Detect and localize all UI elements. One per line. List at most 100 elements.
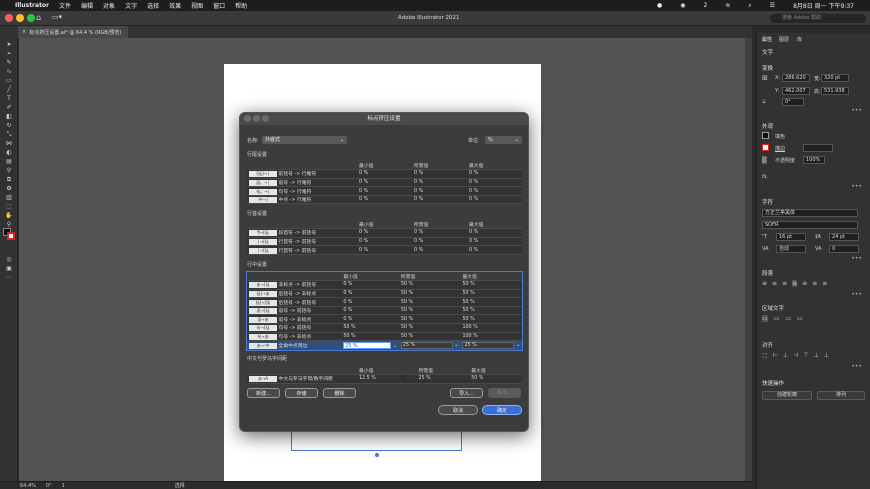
align-right-icon[interactable]: ≡: [782, 280, 787, 287]
table-row[interactable]: あ→[括 非标点 -> 前括号 0 % 50 % 50 %: [247, 280, 522, 290]
table-row[interactable]: │→[括 行首符 -> 前括号 0 % 0 % 0 %: [247, 237, 522, 247]
tab-properties[interactable]: 属性: [762, 36, 772, 43]
font-family-field[interactable]: 方正兰亭黑体: [762, 209, 858, 217]
character-more-icon[interactable]: •••: [851, 255, 862, 262]
help-search-input[interactable]: 搜索 Adobe 帮助: [770, 14, 866, 23]
chevron-down-icon[interactable]: ⌄: [393, 344, 397, 349]
rotate-tool-icon[interactable]: ↻: [4, 123, 14, 129]
justify-center-icon[interactable]: ≡: [802, 280, 807, 287]
document-tab[interactable]: × 标点挤压设置.ai* @ 64.4 % (RGB/预览): [18, 26, 128, 38]
align-more-icon[interactable]: •••: [851, 363, 862, 370]
table-row[interactable]: 括]→[括 后括号 -> 前括号 0 % 50 % 50 %: [247, 297, 522, 307]
shape-builder-icon[interactable]: ◐: [4, 150, 14, 156]
type-tool-icon[interactable]: T: [4, 96, 14, 102]
menu-app[interactable]: Illustrator: [15, 2, 49, 9]
menu-select[interactable]: 选择: [147, 1, 159, 10]
direct-selection-tool-icon[interactable]: ➢: [4, 51, 14, 57]
table-row[interactable]: 逗→[括 逗号 -> 前括号 0 % 50 % 50 %: [247, 306, 522, 316]
menu-effect[interactable]: 效果: [169, 1, 181, 10]
angle-field[interactable]: 0°: [782, 98, 804, 106]
paragraph-more-icon[interactable]: •••: [851, 291, 862, 298]
chevron-down-icon[interactable]: ⌄: [516, 343, 520, 348]
brush-tool-icon[interactable]: ✐: [4, 105, 14, 111]
zoom-window-button[interactable]: [27, 14, 35, 22]
chevron-down-icon[interactable]: ⌄: [454, 343, 458, 348]
table-row[interactable]: 句→あ 句号 -> 非标点 50 % 50 % 100 %: [247, 332, 522, 342]
opacity-field[interactable]: 100%: [803, 156, 825, 164]
curvature-tool-icon[interactable]: ∿: [4, 69, 14, 75]
draw-mode-icon[interactable]: ◎: [4, 257, 14, 263]
control-center-icon[interactable]: ☰: [770, 2, 775, 9]
table-row[interactable]: ·中→│ 中点 -> 行尾符 0 % 0 % 0 %: [247, 195, 522, 205]
unit-dropdown[interactable]: % ⌄: [485, 136, 522, 144]
leading-field[interactable]: 24 pt: [829, 233, 859, 241]
area-type-center-icon[interactable]: ▭: [774, 315, 780, 322]
menu-view[interactable]: 视图: [191, 1, 203, 10]
menu-file[interactable]: 文件: [59, 1, 71, 10]
y-field[interactable]: 462.007: [782, 87, 810, 95]
align-top-edge-icon[interactable]: ⊤: [803, 352, 808, 359]
import-button[interactable]: 导入...: [450, 388, 483, 398]
eraser-tool-icon[interactable]: ◧: [4, 114, 14, 120]
name-dropdown[interactable]: 外嵌式 ⌄: [262, 136, 347, 144]
reference-point-icon[interactable]: ⊞: [762, 74, 768, 82]
tab-libraries[interactable]: 库: [797, 36, 802, 43]
scale-tool-icon[interactable]: ⤡: [4, 132, 14, 138]
align-v-center-icon[interactable]: ⊥: [814, 352, 819, 359]
arrange-button[interactable]: 排列: [817, 391, 865, 400]
table-row[interactable]: 句→[括 句号 -> 前括号 50 % 50 % 100 %: [247, 323, 522, 333]
font-size-field[interactable]: 16 pt: [776, 233, 806, 241]
align-to-icon[interactable]: ⬚: [762, 352, 768, 359]
menu-edit[interactable]: 编辑: [81, 1, 93, 10]
justify-all-icon[interactable]: ≡: [822, 280, 827, 287]
workspace-icon[interactable]: ▭▾: [52, 13, 62, 21]
pen-tool-icon[interactable]: ✎: [4, 60, 14, 66]
minimize-window-button[interactable]: [16, 14, 24, 22]
menu-help[interactable]: 帮助: [235, 1, 247, 10]
home-icon[interactable]: ⌂: [36, 13, 41, 22]
align-h-center-icon[interactable]: ⊥: [783, 352, 788, 359]
table-row[interactable]: 句。→│ 句号 -> 行尾符 0 % 0 % 0 %: [247, 186, 522, 196]
center-point-handle[interactable]: [375, 453, 379, 457]
selection-tool-icon[interactable]: ➤: [4, 42, 14, 48]
hand-tool-icon[interactable]: ✋: [4, 213, 14, 219]
artboard-tool-icon[interactable]: ⬚: [4, 204, 14, 210]
table-row[interactable]: │→[括 行首符 -> 前括号 0 % 0 % 0 %: [247, 245, 522, 255]
ok-button[interactable]: 确定: [482, 405, 522, 415]
align-bottom-edge-icon[interactable]: ⊥: [824, 352, 829, 359]
stroke-weight-field[interactable]: [803, 144, 833, 152]
wifi-icon[interactable]: ≋: [725, 2, 730, 9]
delete-button[interactable]: 删除: [323, 388, 356, 398]
height-field[interactable]: 531.938: [821, 87, 849, 95]
stroke-label[interactable]: 描边: [775, 145, 785, 152]
appearance-more-icon[interactable]: •••: [851, 183, 862, 190]
cancel-button[interactable]: 取消: [438, 405, 478, 415]
close-window-button[interactable]: [5, 14, 13, 22]
blend-tool-icon[interactable]: ⧉: [4, 177, 14, 183]
more-tools-icon[interactable]: ⋯: [4, 275, 14, 281]
graph-tool-icon[interactable]: ▥: [4, 195, 14, 201]
stroke-swatch-icon[interactable]: [762, 144, 769, 151]
eyedropper-tool-icon[interactable]: ⚲: [4, 168, 14, 174]
kerning-field[interactable]: 自动: [776, 245, 806, 253]
area-type-top-icon[interactable]: ▭: [762, 315, 768, 322]
wechat-icon[interactable]: ◉: [680, 2, 685, 9]
justify-left-icon[interactable]: ≡: [792, 280, 798, 287]
table-row[interactable]: 逗。→│ 逗号 -> 行尾符 0 % 0 % 0 %: [247, 178, 522, 188]
rectangle-tool-icon[interactable]: ▭: [4, 78, 14, 84]
record-icon[interactable]: ●: [657, 2, 662, 9]
menu-window[interactable]: 窗口: [213, 1, 225, 10]
search-icon[interactable]: ⌕: [748, 2, 751, 10]
fill-swatch-icon[interactable]: [762, 132, 769, 139]
create-outlines-button[interactable]: 创建轮廓: [762, 391, 812, 400]
desired-value-dropdown[interactable]: 25 %: [400, 341, 453, 349]
font-style-field[interactable]: SOFR: [762, 221, 858, 229]
table-row[interactable]: あ→A 中文与罗马字母/数字间距 12.5 % 25 % 50 %: [247, 374, 522, 384]
align-center-icon[interactable]: ≡: [772, 280, 777, 287]
symbol-sprayer-icon[interactable]: ✿: [4, 186, 14, 192]
tracking-field[interactable]: 0: [829, 245, 859, 253]
min-value-input[interactable]: 25 %: [343, 341, 392, 349]
vertical-scrollbar[interactable]: [745, 38, 752, 481]
area-type-bottom-icon[interactable]: ▭: [785, 315, 791, 322]
rotation-value[interactable]: 0°: [46, 483, 52, 489]
